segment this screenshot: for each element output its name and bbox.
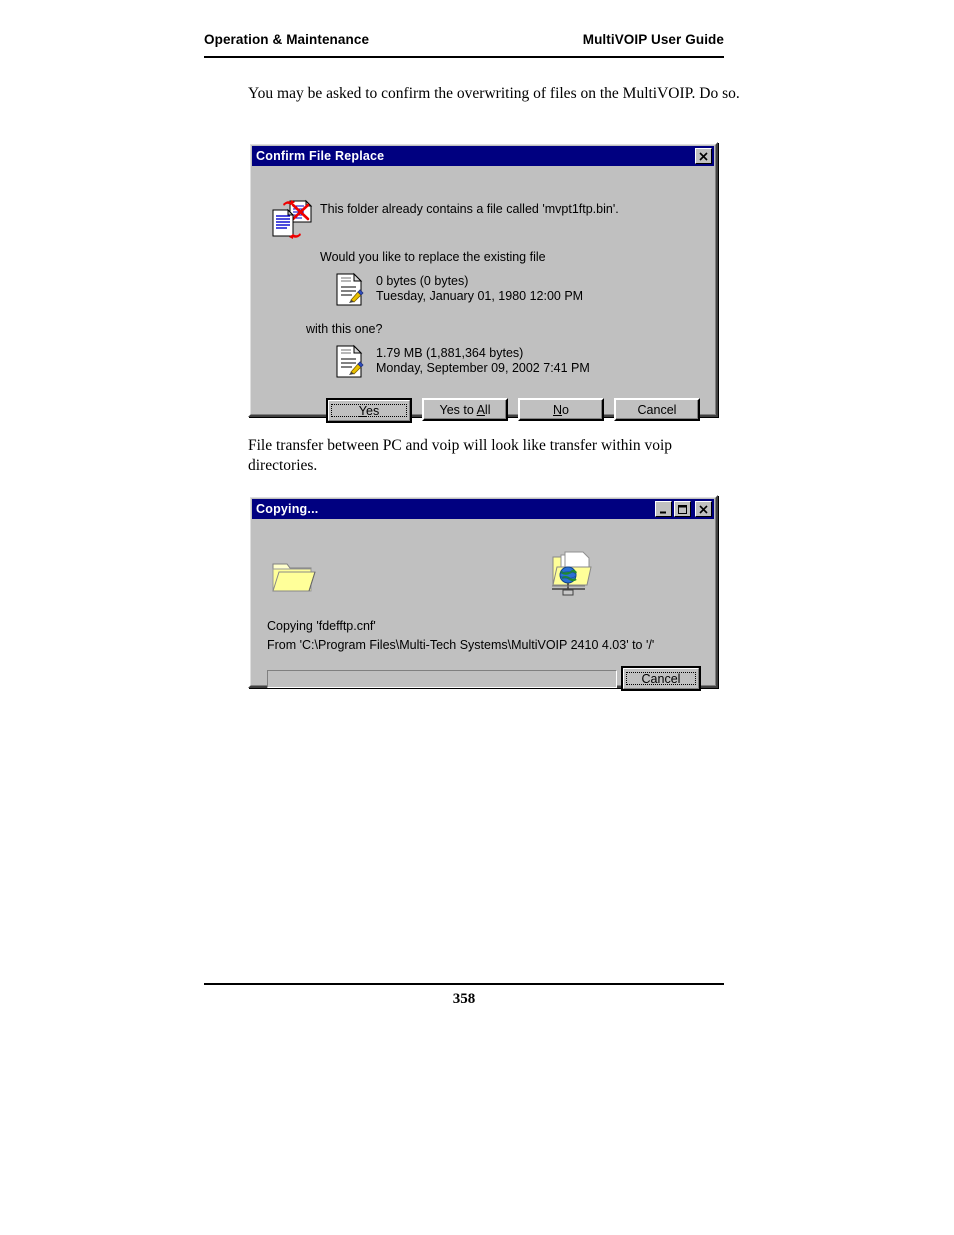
transfer-paragraph: File transfer between PC and voip will l…: [248, 437, 673, 474]
new-file-meta: 1.79 MB (1,881,364 bytes) Monday, Septem…: [376, 344, 590, 376]
minimize-icon[interactable]: [655, 501, 672, 517]
copying-dialog-title-buttons: [655, 501, 712, 517]
copying-dialog: Copying... Copying 'fdefftp.cnf' From 'C…: [248, 495, 718, 691]
maximize-icon[interactable]: [674, 501, 691, 517]
progress-bar: [267, 669, 617, 688]
new-file-date: Monday, September 09, 2002 7:41 PM: [376, 361, 590, 375]
header-right-text: MultiVOIP User Guide: [582, 32, 724, 47]
intro-paragraph: You may be asked to confirm the overwrit…: [248, 85, 740, 102]
new-file-size: 1.79 MB (1,881,364 bytes): [376, 346, 524, 360]
yes-accel: Y: [358, 403, 366, 418]
confirm-dialog-button-row: Yes Yes to All No Cancel: [326, 398, 700, 423]
copy-animation-area: [250, 547, 716, 607]
yes-to-all-accel: A: [476, 402, 485, 417]
close-icon[interactable]: [695, 148, 712, 164]
copy-status-text: Copying 'fdefftp.cnf' From 'C:\Program F…: [267, 617, 654, 655]
copying-dialog-title: Copying...: [256, 502, 319, 516]
progress-row: Cancel: [267, 666, 701, 691]
no-accel: N: [553, 402, 563, 417]
copying-line-1: Copying 'fdefftp.cnf': [267, 619, 376, 633]
document-file-icon: [334, 272, 366, 308]
confirm-message-with: with this one?: [306, 322, 383, 336]
network-folder-globe-icon: [547, 549, 595, 599]
header-divider: [204, 56, 724, 58]
no-button[interactable]: No: [518, 398, 604, 421]
footer-divider: [204, 983, 724, 985]
header-left-text: Operation & Maintenance: [204, 32, 370, 47]
open-folder-icon: [270, 555, 316, 597]
close-icon[interactable]: [695, 501, 712, 517]
cancel-button[interactable]: Cancel: [614, 398, 700, 421]
document-file-icon: [334, 344, 366, 380]
existing-file-size: 0 bytes (0 bytes): [376, 274, 469, 288]
existing-file-row: 0 bytes (0 bytes) Tuesday, January 01, 1…: [334, 272, 583, 308]
yes-to-all-label-pre: Yes to: [439, 402, 477, 417]
confirm-dialog-title-buttons: [695, 148, 712, 164]
yes-to-all-button[interactable]: Yes to All: [422, 398, 508, 421]
page-number: 358: [452, 991, 476, 1007]
confirm-dialog-titlebar: Confirm File Replace: [252, 146, 714, 166]
copying-dialog-titlebar: Copying...: [252, 499, 714, 519]
existing-file-meta: 0 bytes (0 bytes) Tuesday, January 01, 1…: [376, 272, 583, 304]
yes-label: es: [366, 403, 380, 418]
yes-to-all-label-post: ll: [484, 402, 491, 417]
yes-button[interactable]: Yes: [326, 398, 412, 423]
no-label: o: [562, 402, 569, 417]
new-file-row: 1.79 MB (1,881,364 bytes) Monday, Septem…: [334, 344, 590, 380]
confirm-message-main: This folder already contains a file call…: [320, 202, 619, 216]
cancel-label: Cancel: [641, 671, 681, 686]
confirm-message-question: Would you like to replace the existing f…: [320, 250, 546, 264]
page-header: Operation & Maintenance MultiVOIP User G…: [204, 32, 724, 47]
cancel-button[interactable]: Cancel: [621, 666, 701, 691]
cancel-label: Cancel: [637, 402, 677, 417]
confirm-file-replace-dialog: Confirm File Replace This folder already…: [248, 142, 718, 423]
existing-file-date: Tuesday, January 01, 1980 12:00 PM: [376, 289, 584, 303]
copying-line-2: From 'C:\Program Files\Multi-Tech System…: [267, 638, 655, 652]
confirm-dialog-title: Confirm File Replace: [256, 149, 385, 163]
file-replace-icon: [270, 196, 314, 242]
